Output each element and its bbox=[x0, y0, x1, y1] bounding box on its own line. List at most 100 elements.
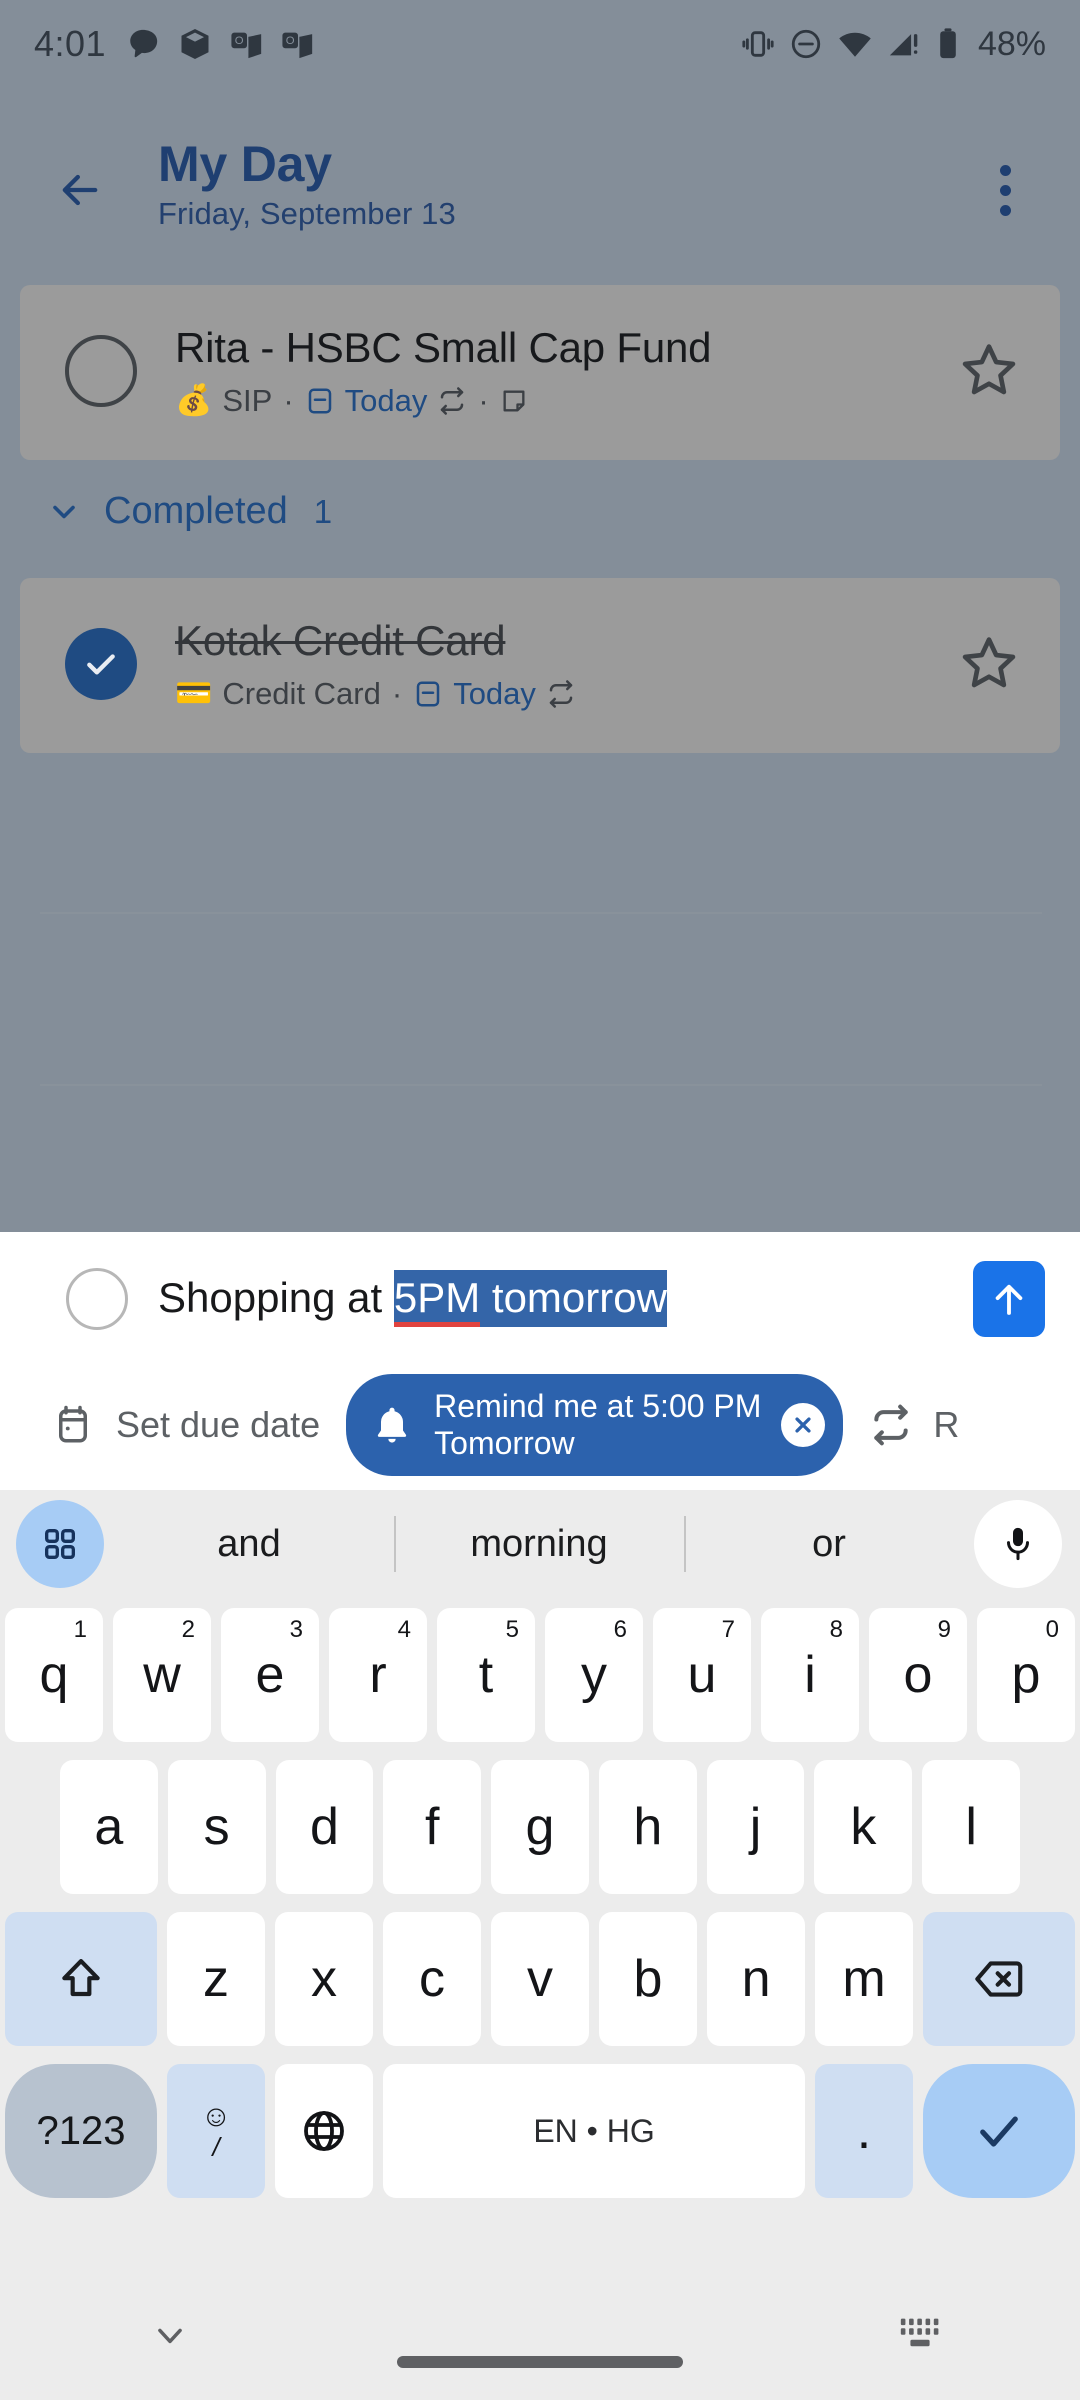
suggestion-chip[interactable]: or bbox=[684, 1523, 974, 1566]
completed-section-header[interactable]: Completed 1 bbox=[46, 490, 332, 533]
key-i[interactable]: 8i bbox=[761, 1608, 859, 1742]
list-divider bbox=[40, 1084, 1042, 1086]
key-label: o bbox=[903, 1646, 933, 1704]
key-k[interactable]: k bbox=[814, 1760, 913, 1894]
checked-circle-icon bbox=[65, 628, 137, 700]
key-u[interactable]: 7u bbox=[653, 1608, 751, 1742]
key-d[interactable]: d bbox=[275, 1760, 374, 1894]
reminder-line-2: Tomorrow bbox=[434, 1425, 575, 1461]
check-icon bbox=[87, 654, 115, 675]
key-z[interactable]: z bbox=[166, 1912, 265, 2046]
task-row[interactable]: Rita - HSBC Small Cap Fund 💰 SIP · Today… bbox=[20, 285, 1060, 460]
key-f[interactable]: f bbox=[383, 1760, 482, 1894]
misspelled-word: 5PM bbox=[393, 1274, 481, 1327]
input-text-prefix: Shopping at bbox=[158, 1274, 394, 1321]
more-dot bbox=[999, 164, 1011, 176]
keyboard-row-4: ?123 ☺ / EN • HG . bbox=[0, 2056, 1080, 2206]
home-gesture-pill[interactable] bbox=[397, 2356, 683, 2368]
set-due-date-chip[interactable]: Set due date bbox=[52, 1404, 320, 1446]
new-task-input[interactable]: Shopping at 5PM tomorrow bbox=[158, 1266, 667, 1330]
send-task-button[interactable] bbox=[973, 1261, 1045, 1337]
meta-separator: · bbox=[478, 383, 489, 419]
key-c[interactable]: c bbox=[382, 1912, 481, 2046]
key-g[interactable]: g bbox=[491, 1760, 589, 1894]
key-b[interactable]: b bbox=[599, 1912, 698, 2046]
status-bar-clock: 4:01 bbox=[34, 23, 107, 64]
new-task-checkbox[interactable] bbox=[66, 1268, 128, 1330]
key-y[interactable]: 6y bbox=[545, 1608, 643, 1742]
key-p[interactable]: 0p bbox=[977, 1608, 1075, 1742]
language-globe-key[interactable] bbox=[275, 2064, 374, 2198]
key-r[interactable]: 4r bbox=[329, 1608, 427, 1742]
chevron-down-icon bbox=[53, 505, 75, 518]
task-composer: Shopping at 5PM tomorrow Set due date Re… bbox=[0, 1232, 1080, 1490]
key-label: e bbox=[255, 1646, 285, 1704]
shift-key[interactable] bbox=[5, 1912, 157, 2046]
key-q[interactable]: 1q bbox=[5, 1608, 103, 1742]
task-star-button[interactable] bbox=[956, 337, 1022, 403]
hide-keyboard-button[interactable] bbox=[140, 2310, 200, 2360]
keyboard-toolbar-button[interactable] bbox=[16, 1500, 104, 1588]
key-o[interactable]: 9o bbox=[869, 1608, 967, 1742]
key-e[interactable]: 3e bbox=[221, 1608, 319, 1742]
app-header: My Day Friday, September 13 bbox=[0, 130, 1080, 250]
suggestion-chip[interactable]: morning bbox=[394, 1523, 684, 1566]
key-x[interactable]: x bbox=[274, 1912, 373, 2046]
system-nav-bar bbox=[0, 2270, 1080, 2400]
key-v[interactable]: v bbox=[490, 1912, 589, 2046]
calendar-icon bbox=[416, 681, 440, 707]
unchecked-circle-icon bbox=[65, 335, 137, 407]
close-icon bbox=[795, 1417, 812, 1433]
task-checkbox[interactable] bbox=[65, 628, 137, 700]
key-number: 8 bbox=[829, 1616, 843, 1643]
emoji-key[interactable]: ☺ / bbox=[167, 2064, 266, 2198]
symbols-key[interactable]: ?123 bbox=[5, 2064, 158, 2198]
key-t[interactable]: 5t bbox=[437, 1608, 535, 1742]
key-a[interactable]: a bbox=[60, 1760, 158, 1894]
wifi-icon bbox=[839, 32, 871, 57]
chevron-down-icon bbox=[158, 2328, 182, 2344]
key-l[interactable]: l bbox=[922, 1760, 1021, 1894]
suggestion-bar: and morning or bbox=[0, 1490, 1080, 1598]
composer-input-row: Shopping at 5PM tomorrow bbox=[0, 1232, 1080, 1362]
key-number: 5 bbox=[505, 1616, 519, 1643]
repeat-chip[interactable]: R bbox=[869, 1403, 959, 1447]
task-list-name: SIP bbox=[222, 383, 273, 419]
key-j[interactable]: j bbox=[706, 1760, 805, 1894]
status-bar-system-icons: 48% bbox=[741, 25, 1046, 64]
task-star-button[interactable] bbox=[956, 630, 1022, 696]
svg-text:O: O bbox=[235, 35, 244, 47]
page-subtitle: Friday, September 13 bbox=[158, 196, 456, 231]
reminder-chip[interactable]: Remind me at 5:00 PM Tomorrow bbox=[346, 1373, 844, 1477]
task-title: Kotak Credit Card bbox=[175, 617, 506, 664]
key-w[interactable]: 2w bbox=[113, 1608, 211, 1742]
bell-icon bbox=[378, 1407, 407, 1443]
task-title: Rita - HSBC Small Cap Fund bbox=[175, 324, 712, 371]
key-n[interactable]: n bbox=[707, 1912, 806, 2046]
space-key[interactable]: EN • HG bbox=[383, 2064, 805, 2198]
backspace-key[interactable] bbox=[923, 1912, 1075, 2046]
switch-keyboard-button[interactable] bbox=[890, 2306, 950, 2362]
phone-screen: 4:01 O O 48% My Day Friday, September 13… bbox=[0, 0, 1080, 2400]
period-key[interactable]: . bbox=[814, 2064, 913, 2198]
money-bag-icon: 💰 bbox=[175, 384, 213, 418]
suggestion-chip[interactable]: and bbox=[104, 1523, 394, 1566]
note-icon bbox=[503, 390, 525, 412]
key-label: y bbox=[581, 1646, 607, 1704]
keyboard-row-3: z x c v b n m bbox=[0, 1904, 1080, 2054]
key-h[interactable]: h bbox=[598, 1760, 697, 1894]
battery-percent-label: 48% bbox=[977, 24, 1046, 63]
repeat-icon bbox=[874, 1404, 909, 1446]
repeat-chip-label: R bbox=[933, 1404, 960, 1445]
key-s[interactable]: s bbox=[167, 1760, 266, 1894]
more-options-button[interactable] bbox=[970, 152, 1040, 228]
meta-separator: · bbox=[391, 676, 403, 712]
arrow-left-icon bbox=[62, 174, 98, 206]
back-button[interactable] bbox=[44, 154, 116, 226]
reminder-dismiss-button[interactable] bbox=[781, 1403, 826, 1447]
task-row[interactable]: Kotak Credit Card 💳 Credit Card · Today bbox=[20, 578, 1060, 753]
enter-key[interactable] bbox=[922, 2064, 1075, 2198]
voice-input-button[interactable] bbox=[974, 1500, 1062, 1588]
key-m[interactable]: m bbox=[815, 1912, 914, 2046]
task-checkbox[interactable] bbox=[65, 335, 137, 407]
